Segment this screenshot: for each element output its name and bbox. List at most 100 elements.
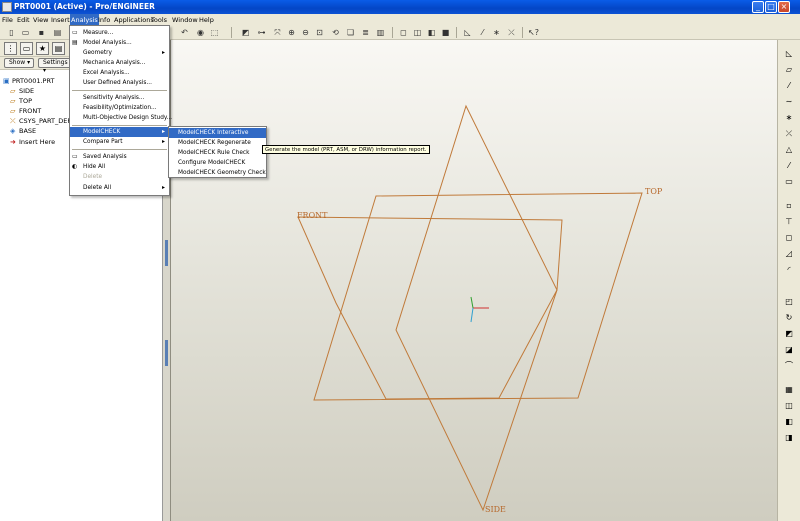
tree-root[interactable]: ▣ PRT0001.PRT — [3, 76, 54, 86]
analysis-tool-icon[interactable]: △ — [783, 144, 795, 156]
context-help-icon[interactable]: ↖? — [528, 27, 539, 38]
revolve-tool-icon[interactable]: ↻ — [783, 312, 795, 324]
menu-file[interactable]: File — [2, 16, 13, 24]
connections-tab-icon[interactable]: ▤ — [52, 42, 65, 55]
wireframe-icon[interactable]: ◻ — [398, 27, 409, 38]
layers-icon[interactable]: ≣ — [360, 27, 371, 38]
menu-item-geometry[interactable]: Geometry ▸ — [70, 48, 169, 58]
datum-planes-toggle-icon[interactable]: ◺ — [462, 27, 473, 38]
datum-plane2-tool-icon[interactable]: ▱ — [783, 64, 795, 76]
csys-tool-icon[interactable]: ⤫ — [783, 128, 795, 140]
print-icon[interactable]: ▤ — [52, 27, 63, 38]
datum-curve-tool-icon[interactable]: ∼ — [783, 96, 795, 108]
spin-center-icon[interactable]: ⊶ — [256, 27, 267, 38]
tree-item-side[interactable]: ▱ SIDE — [10, 86, 34, 96]
menu-insert[interactable]: Insert — [51, 16, 70, 24]
reorient-icon[interactable]: ⟲ — [330, 27, 341, 38]
menu-item-sensitivity-analysis[interactable]: Sensitivity Analysis... — [70, 93, 169, 103]
menu-info[interactable]: Info — [98, 16, 110, 24]
no-hidden-icon[interactable]: ◧ — [426, 27, 437, 38]
folder-browser-tab-icon[interactable]: ▭ — [20, 42, 33, 55]
tree-item-top[interactable]: ▱ TOP — [10, 96, 32, 106]
menu-item-delete-all[interactable]: Delete All ▸ — [70, 183, 169, 193]
saved-views-icon[interactable]: ❏ — [345, 27, 356, 38]
tree-item-csys[interactable]: ⤫ CSYS_PART_DEF — [10, 116, 71, 126]
view-manager-icon[interactable]: ▥ — [375, 27, 386, 38]
datum-points-toggle-icon[interactable]: ∗ — [491, 27, 502, 38]
submenu-item-modelcheck-rule-check[interactable]: ModelCHECK Rule Check — [169, 148, 266, 158]
datum-axis-tool-icon[interactable]: ⁄ — [783, 80, 795, 92]
merge-tool-icon[interactable]: ◧ — [783, 416, 795, 428]
mirror-tool-icon[interactable]: ◫ — [783, 400, 795, 412]
pattern-tool-icon[interactable]: ▦ — [783, 384, 795, 396]
hidden-line-icon[interactable]: ◫ — [412, 27, 423, 38]
open-folder-icon[interactable]: ▭ — [20, 27, 31, 38]
model-tree-tab-icon[interactable]: ⋮ — [4, 42, 17, 55]
zoom-out-icon[interactable]: ⊖ — [300, 27, 311, 38]
zoom-in-icon[interactable]: ⊕ — [286, 27, 297, 38]
menu-view[interactable]: View — [33, 16, 48, 24]
favorites-tab-icon[interactable]: ★ — [36, 42, 49, 55]
trim-tool-icon[interactable]: ◨ — [783, 432, 795, 444]
round-tool-icon[interactable]: ◜ — [783, 264, 795, 276]
menu-applications[interactable]: Applications — [114, 16, 154, 24]
minimize-icon[interactable]: _ — [752, 1, 764, 13]
refit-icon[interactable]: ⊡ — [314, 27, 325, 38]
sketch-tool-icon[interactable]: ⁄ — [783, 160, 795, 172]
blend-tool-icon[interactable]: ◪ — [783, 344, 795, 356]
measure-icon: ▭ — [72, 29, 78, 36]
menu-analysis[interactable]: Analysis — [70, 14, 99, 25]
menu-item-mechanica-analysis[interactable]: Mechanica Analysis... — [70, 58, 169, 68]
new-file-icon[interactable]: ▯ — [6, 27, 17, 38]
graphics-window[interactable]: FRONT TOP SIDE — [171, 40, 777, 521]
tree-item-insert-here[interactable]: ➜ Insert Here — [10, 137, 55, 147]
repaint-icon[interactable]: ◩ — [240, 27, 251, 38]
sketch-datum-icon[interactable]: ▭ — [783, 176, 795, 188]
menu-edit[interactable]: Edit — [17, 16, 30, 24]
tree-item-base[interactable]: ◈ BASE — [10, 126, 36, 136]
extrude-tool-icon[interactable]: ◰ — [783, 296, 795, 308]
hole-tool-icon[interactable]: ▫ — [783, 200, 795, 212]
binoculars-icon[interactable]: ◉ — [195, 27, 206, 38]
orient-icon[interactable]: ⤧ — [272, 27, 283, 38]
menu-item-compare-part[interactable]: Compare Part ▸ — [70, 137, 169, 147]
csys-toggle-icon[interactable]: ⤫ — [506, 27, 517, 38]
datum-planes-drawing — [297, 104, 643, 512]
menu-help[interactable]: Help — [199, 16, 214, 24]
menu-item-hide-all[interactable]: ◐ Hide All — [70, 162, 169, 172]
menu-item-modelcheck[interactable]: ModelCHECK ▸ — [70, 127, 169, 137]
maximize-icon[interactable]: □ — [765, 1, 777, 13]
menu-item-user-defined-analysis[interactable]: User Defined Analysis... — [70, 78, 169, 88]
shell-tool-icon[interactable]: ⊤ — [783, 216, 795, 228]
submenu-item-modelcheck-regenerate[interactable]: ModelCHECK Regenerate — [169, 138, 266, 148]
show-dropdown[interactable]: Show ▾ — [4, 58, 34, 68]
submenu-item-modelcheck-geometry-check[interactable]: ModelCHECK Geometry Check — [169, 168, 266, 178]
save-icon[interactable]: ▪ — [36, 27, 47, 38]
menu-window[interactable]: Window — [172, 16, 198, 24]
close-icon[interactable]: × — [778, 1, 790, 13]
menu-tools[interactable]: Tools — [151, 16, 167, 24]
menu-item-model-analysis[interactable]: ▤ Model Analysis... — [70, 38, 169, 48]
settings-dropdown[interactable]: Settings ▾ — [38, 58, 72, 74]
submenu-item-modelcheck-interactive[interactable]: ModelCHECK Interactive — [169, 128, 266, 138]
tree-item-front[interactable]: ▱ FRONT — [10, 106, 41, 116]
menu-item-excel-analysis[interactable]: Excel Analysis... — [70, 68, 169, 78]
datum-axes-toggle-icon[interactable]: ⁄ — [477, 27, 488, 38]
menu-item-feasibility-optimization[interactable]: Feasibility/Optimization... — [70, 103, 169, 113]
submenu-item-configure-modelcheck[interactable]: Configure ModelCHECK — [169, 158, 266, 168]
shading-icon[interactable]: ■ — [440, 27, 451, 38]
splitter-grip[interactable] — [165, 240, 168, 266]
datum-plane-tool-icon[interactable]: ◺ — [783, 48, 795, 60]
menu-item-multi-objective-design-study[interactable]: Multi-Objective Design Study... — [70, 113, 172, 123]
sweep-tool-icon[interactable]: ◩ — [783, 328, 795, 340]
menu-item-measure[interactable]: ▭ Measure... — [70, 28, 169, 38]
rib-tool-icon[interactable]: ◻ — [783, 232, 795, 244]
draft-tool-icon[interactable]: ◿ — [783, 248, 795, 260]
splitter-grip[interactable] — [165, 340, 168, 366]
menu-item-saved-analysis[interactable]: ▭ Saved Analysis — [70, 152, 169, 162]
select-box-icon[interactable]: ⬚ — [209, 27, 220, 38]
model-analysis-icon: ▤ — [72, 39, 78, 46]
datum-point-tool-icon[interactable]: ∗ — [783, 112, 795, 124]
undo-icon[interactable]: ↶ — [179, 27, 190, 38]
warp-tool-icon[interactable]: ⌒ — [783, 360, 795, 372]
